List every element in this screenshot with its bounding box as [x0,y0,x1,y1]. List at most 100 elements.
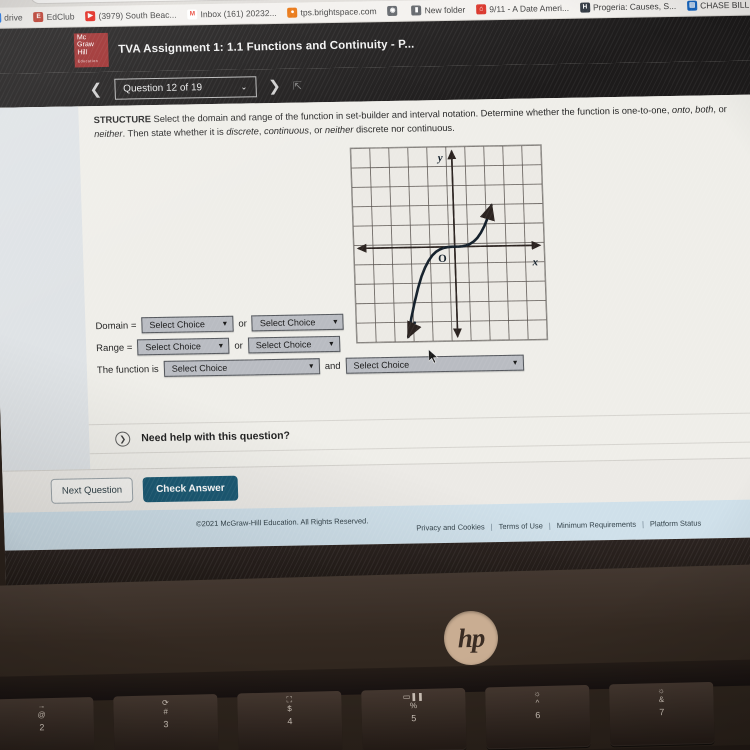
keyboard-key-7[interactable]: ☼ & 7 [609,681,715,747]
footer-link-status[interactable]: Platform Status [650,519,702,529]
svg-text:y: y [436,152,443,164]
keyboard-key-6[interactable]: ☼ ^ 6 [485,684,591,750]
folder-icon: ▮ [411,5,422,16]
svg-text:O: O [438,253,447,265]
chevron-down-icon: ▼ [307,362,315,370]
page-title: TVA Assignment 1: 1.1 Functions and Cont… [118,38,415,56]
reload-icon[interactable]: ⟳ [12,0,23,2]
domain-row: Domain = Select Choice ▼ or Select Choic… [95,310,556,334]
house-icon: ⌂ [476,4,487,15]
copyright-text: ©2021 McGraw-Hill Education. All Rights … [195,516,369,529]
keyboard-key-5[interactable]: ▭❚❚% 5 [361,687,467,750]
bookmark-item-globe[interactable]: ◉ [387,5,400,16]
logo-line-3: Hill [77,49,88,57]
answer-form: Domain = Select Choice ▼ or Select Choic… [95,310,557,384]
edclub-icon: E [33,11,44,23]
prompt-italic-3: neither [93,128,123,139]
bookmark-item-new-folder[interactable]: ▮ New folder [411,5,465,16]
check-answer-button[interactable]: Check Answer [142,475,239,503]
bookmark-label: CHASE BILL [699,0,750,11]
range-select-1[interactable]: Select Choice ▼ [137,337,230,356]
popout-icon[interactable]: ⇱ [293,79,303,92]
footer-links: Privacy and Cookies | Terms of Use | Min… [416,519,701,533]
prompt-italic-2: both [695,104,714,115]
footer-separator: | [641,519,645,529]
bookmark-item-chase[interactable]: ▤ CHASE BILL [686,0,750,11]
function-label: The function is [96,363,159,376]
svg-text:x: x [531,256,538,268]
key-fn-icon: ☼ [533,689,542,699]
keyboard-key-4[interactable]: ⛶ $4 [237,690,343,750]
function-row: The function is Select Choice ▼ and Sele… [97,354,558,378]
question-page: STRUCTURE Select the domain and range of… [0,94,750,591]
prompt-tag: STRUCTURE [93,114,152,126]
keyboard-key-2[interactable]: → @2 [0,696,95,750]
range-row: Range = Select Choice ▼ or Select Choice… [96,332,557,356]
laptop-screen: G Google | Error ✕ e Product Login | Edm… [0,0,750,602]
bookmark-label: New folder [424,4,466,16]
key-number: 3 [163,719,169,730]
key-fn-icon: → [37,701,46,711]
bookmark-item-youtube[interactable]: ▶ (3979) South Beac... [85,10,177,22]
healthline-icon: H [579,2,591,13]
range-select-2[interactable]: Select Choice ▼ [247,335,341,354]
chevron-down-icon: ▼ [221,320,229,328]
domain-label: Domain = [95,319,137,332]
key-number: 2 [39,722,45,733]
footer-link-terms[interactable]: Terms of Use [499,521,543,531]
key-number: 4 [287,716,293,727]
key-symbol: $ [287,704,292,714]
drive-icon: △ [0,12,2,23]
domain-select-2[interactable]: Select Choice ▼ [251,313,345,332]
next-question-icon[interactable]: ❯ [268,77,281,94]
globe-icon: ◉ [387,5,398,16]
logo-line-2: Graw [77,41,94,49]
question-selector-label: Question 12 of 19 [123,81,203,95]
chevron-right-icon: ❯ [114,431,131,447]
chase-icon: ▤ [686,0,698,11]
domain-select-1[interactable]: Select Choice ▼ [141,315,234,334]
bookmark-item-911[interactable]: ⌂ 9/11 - A Date Ameri... [476,3,569,15]
footer-link-privacy[interactable]: Privacy and Cookies [416,522,485,532]
bookmark-item-drive[interactable]: △ drive [0,12,23,23]
bookmark-label: drive [4,12,23,23]
chevron-down-icon: ▼ [217,342,225,350]
hp-logo-text: hp [457,622,485,653]
next-question-button[interactable]: Next Question [50,477,134,504]
keyboard-key-3[interactable]: ⟳ #3 [113,693,219,750]
bookmark-item-gmail[interactable]: M Inbox (161) 20232... [187,7,277,20]
bookmark-label: Progeria: Causes, S... [592,0,677,13]
bookmark-label: Inbox (161) 20232... [200,7,277,20]
bookmark-label: 9/11 - A Date Ameri... [489,2,570,15]
forward-icon[interactable]: → [0,0,6,2]
range-select-2-value: Select Choice [255,339,312,351]
domain-select-2-value: Select Choice [259,317,316,329]
brightspace-icon: ● [287,7,298,18]
key-number: 6 [535,710,541,721]
key-fn-icon: ▭❚❚ [402,691,424,702]
left-rail [0,106,91,478]
domain-select-1-value: Select Choice [149,319,206,331]
prompt-italic-4: discrete [226,125,259,137]
range-or-label: or [234,340,244,352]
mouse-cursor [428,349,439,364]
footer-separator: | [490,522,493,532]
range-label: Range = [96,341,133,354]
footer-link-minimum[interactable]: Minimum Requirements [557,520,636,530]
logo-line-1: Mc [76,34,87,42]
gmail-icon: M [187,9,198,20]
prompt-text-4: . Then state whether it is [122,126,227,139]
prompt-text-7: discrete nor continuous. [353,122,455,135]
laptop-photo: G Google | Error ✕ e Product Login | Edm… [0,0,750,750]
function-select-1[interactable]: Select Choice ▼ [163,358,320,377]
prev-question-icon[interactable]: ❮ [89,80,102,97]
range-select-1-value: Select Choice [145,341,202,353]
question-selector[interactable]: Question 12 of 19 ⌄ [113,75,257,100]
bookmark-item-progeria[interactable]: H Progeria: Causes, S... [579,0,677,13]
key-symbol: @ [37,710,46,720]
bookmark-item-edclub[interactable]: E EdClub [33,11,75,23]
prompt-text-3: , or [713,104,727,115]
function-and-label: and [324,360,341,372]
bookmark-item-brightspace[interactable]: ● tps.brightspace.com [287,6,377,18]
prompt-text-1: Select the domain and range of the funct… [150,105,673,125]
